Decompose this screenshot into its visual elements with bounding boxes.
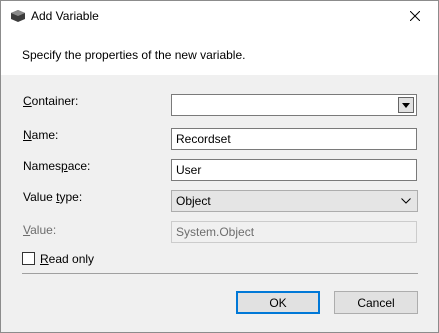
namespace-label: Namespace: — [23, 159, 91, 173]
chevron-down-icon — [401, 198, 411, 204]
add-variable-dialog: Add Variable Specify the properties of t… — [0, 0, 439, 333]
close-icon — [410, 11, 420, 21]
title-bar: Add Variable — [1, 1, 438, 31]
value-type-selected: Object — [176, 194, 211, 208]
value-type-select[interactable]: Object — [171, 190, 418, 212]
variable-icon — [11, 10, 25, 22]
cancel-button[interactable]: Cancel — [334, 291, 418, 314]
read-only-label[interactable]: Read only — [40, 252, 94, 266]
ok-button[interactable]: OK — [236, 291, 320, 314]
container-dropdown-button[interactable] — [398, 97, 414, 113]
window-title: Add Variable — [31, 9, 99, 23]
container-label: Container: — [23, 94, 79, 108]
close-button[interactable] — [392, 1, 438, 31]
value-label: Value: — [23, 223, 57, 237]
caret-down-icon — [402, 102, 410, 108]
header-description: Specify the properties of the new variab… — [22, 48, 246, 62]
name-label: Name: — [23, 128, 59, 142]
header-band: Specify the properties of the new variab… — [1, 31, 438, 75]
container-dropdown[interactable] — [171, 94, 417, 116]
value-input: System.Object — [171, 221, 417, 243]
value-type-label: Value type: — [23, 190, 83, 204]
name-input[interactable]: Recordset — [171, 128, 417, 150]
namespace-input[interactable]: User — [171, 159, 417, 181]
read-only-checkbox[interactable] — [22, 252, 35, 265]
divider — [22, 273, 418, 274]
